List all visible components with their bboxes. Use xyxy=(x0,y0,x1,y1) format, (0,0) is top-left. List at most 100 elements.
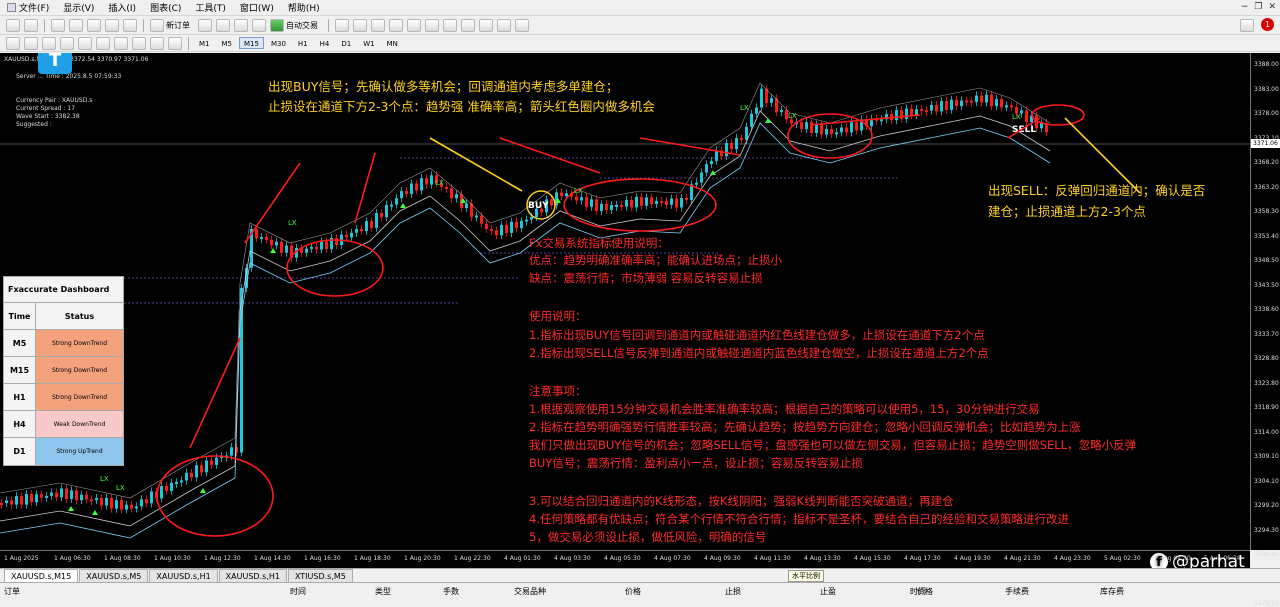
close-icon[interactable]: ✕ xyxy=(1268,2,1276,12)
candle-body xyxy=(855,122,858,131)
candle-body xyxy=(615,204,618,207)
timeframe-w1[interactable]: W1 xyxy=(358,37,379,49)
candle-body xyxy=(405,191,408,194)
terminal-col-sl[interactable]: 止损 xyxy=(725,586,741,597)
candle-body xyxy=(335,238,338,245)
profiles-icon[interactable] xyxy=(24,18,38,32)
tab-xauusd-h1-2[interactable]: XAUUSD.s,H1 xyxy=(218,569,287,582)
timeframe-m1[interactable]: M1 xyxy=(194,37,215,49)
candlestick-icon[interactable] xyxy=(353,18,367,32)
menu-charts[interactable]: 图表(C) xyxy=(143,0,188,16)
terminal-col-lots[interactable]: 手数 xyxy=(443,586,459,597)
candle-body xyxy=(985,94,988,103)
tester-icon[interactable] xyxy=(123,18,137,32)
auto-trade-button[interactable]: 自动交易 xyxy=(268,18,318,32)
price-tick-label: 3279.50 xyxy=(1254,600,1279,607)
data-window-icon[interactable] xyxy=(69,18,83,32)
tab-xauusd-m5[interactable]: XAUUSD.s,M5 xyxy=(79,569,149,582)
restore-icon[interactable]: ❐ xyxy=(1254,2,1262,12)
terminal-col-close-price[interactable]: 价格 xyxy=(917,586,933,597)
terminal-icon[interactable] xyxy=(105,18,119,32)
chart-shift-icon[interactable] xyxy=(461,18,475,32)
candle-body xyxy=(395,198,398,205)
menu-tools[interactable]: 工具(T) xyxy=(188,0,233,16)
candle-body xyxy=(135,506,138,509)
candle-body xyxy=(160,486,163,499)
terminal-col-price[interactable]: 价格 xyxy=(625,586,641,597)
minimize-icon[interactable]: − xyxy=(1241,2,1249,12)
price-axis[interactable]: 3388.00 3383.00 3378.00 3373.10 3368.20 3363.… xyxy=(1250,53,1280,607)
timeframe-h1[interactable]: H1 xyxy=(293,37,313,49)
menu-window[interactable]: 窗口(W) xyxy=(233,0,281,16)
menu-window-label: 窗口(W) xyxy=(239,4,274,14)
indicators-icon[interactable] xyxy=(479,18,493,32)
metaeditor-icon[interactable] xyxy=(198,18,212,32)
channel-icon[interactable] xyxy=(96,36,110,50)
new-order-button[interactable]: 新订单 xyxy=(148,18,190,32)
terminal-col-tp[interactable]: 止盈 xyxy=(820,586,836,597)
close-all-icon[interactable] xyxy=(252,18,266,32)
candle-body xyxy=(30,493,33,503)
cursor-icon[interactable] xyxy=(6,36,20,50)
templates-icon[interactable] xyxy=(515,18,529,32)
label-icon[interactable] xyxy=(150,36,164,50)
vertical-line-icon[interactable] xyxy=(42,36,56,50)
time-tick-label: 4 Aug 17:30 xyxy=(904,555,941,562)
new-chart-icon[interactable] xyxy=(6,18,20,32)
terminal-col-type[interactable]: 类型 xyxy=(375,586,391,597)
timeframe-m5[interactable]: M5 xyxy=(217,37,238,49)
tile-windows-icon[interactable] xyxy=(425,18,439,32)
candle-body xyxy=(600,203,603,211)
fibonacci-icon[interactable] xyxy=(114,36,128,50)
autoscroll-icon[interactable] xyxy=(443,18,457,32)
timeframe-h4[interactable]: H4 xyxy=(315,37,335,49)
terminal-col-order[interactable]: 订单 xyxy=(4,586,20,597)
candle-body xyxy=(945,101,948,110)
market-watch-icon[interactable] xyxy=(51,18,65,32)
menu-help-label: 帮助(H) xyxy=(287,4,320,14)
alert-badge-icon[interactable]: 1 xyxy=(1261,18,1274,31)
candle-body xyxy=(960,100,963,107)
line-chart-icon[interactable] xyxy=(371,18,385,32)
search-icon[interactable] xyxy=(1240,19,1254,32)
candle-body xyxy=(625,199,628,207)
bar-chart-icon[interactable] xyxy=(335,18,349,32)
timeframe-m30[interactable]: M30 xyxy=(266,37,291,49)
price-chart[interactable]: BUY SELL LX LX LX LX LX LX LX LX XAUUSD.s,M15 ...… xyxy=(0,53,1250,550)
terminal-col-commission[interactable]: 手续费 xyxy=(1005,586,1029,597)
dashboard-row: M5 Strong DownTrend xyxy=(4,330,123,357)
periods-icon[interactable] xyxy=(497,18,511,32)
buy-icon[interactable] xyxy=(216,18,230,32)
arrows-icon[interactable] xyxy=(168,36,182,50)
buy-arrow-icon xyxy=(200,488,206,493)
terminal-col-time[interactable]: 时间 xyxy=(290,586,306,597)
sell-icon[interactable] xyxy=(234,18,248,32)
menu-insert[interactable]: 插入(I) xyxy=(101,0,143,16)
candle-body xyxy=(500,224,503,236)
horizontal-line-icon[interactable] xyxy=(60,36,74,50)
timeframe-d1[interactable]: D1 xyxy=(336,37,356,49)
navigator-icon[interactable] xyxy=(87,18,101,32)
tab-xtiusd-m5[interactable]: XTIUSD.s,M5 xyxy=(287,569,353,582)
candle-body xyxy=(450,188,453,199)
timeframe-mn[interactable]: MN xyxy=(382,37,403,49)
time-tick-label: 1 Aug 2025 xyxy=(4,555,39,562)
menu-file[interactable]: 文件(F) xyxy=(0,0,56,16)
menu-view[interactable]: 显示(V) xyxy=(56,0,101,16)
timeframe-m15[interactable]: M15 xyxy=(239,37,264,49)
buy-note-line-1: 出现BUY信号；先确认做多等机会；回调通道内考虑多单建仓； xyxy=(268,79,619,94)
notes-line-6: 3.可以结合回归通道内的K线形态，按K线阴阳；强弱K线判断能否突破通道；再建仓 xyxy=(529,494,954,508)
trendline-icon[interactable] xyxy=(78,36,92,50)
tab-xauusd-h1[interactable]: XAUUSD.s,H1 xyxy=(149,569,218,582)
time-axis[interactable]: 1 Aug 2025 1 Aug 06:30 1 Aug 08:30 1 Aug 10… xyxy=(0,550,1250,568)
lx-signal-label: LX xyxy=(288,219,297,227)
crosshair-icon[interactable] xyxy=(24,36,38,50)
terminal-col-symbol[interactable]: 交易品种 xyxy=(514,586,546,597)
zoom-in-icon[interactable] xyxy=(389,18,403,32)
terminal-col-swap[interactable]: 库存费 xyxy=(1100,586,1124,597)
tab-xauusd-m15[interactable]: XAUUSD.s,M15 xyxy=(4,569,79,582)
candle-body xyxy=(665,201,668,205)
text-icon[interactable] xyxy=(132,36,146,50)
zoom-out-icon[interactable] xyxy=(407,18,421,32)
menu-help[interactable]: 帮助(H) xyxy=(281,0,327,16)
